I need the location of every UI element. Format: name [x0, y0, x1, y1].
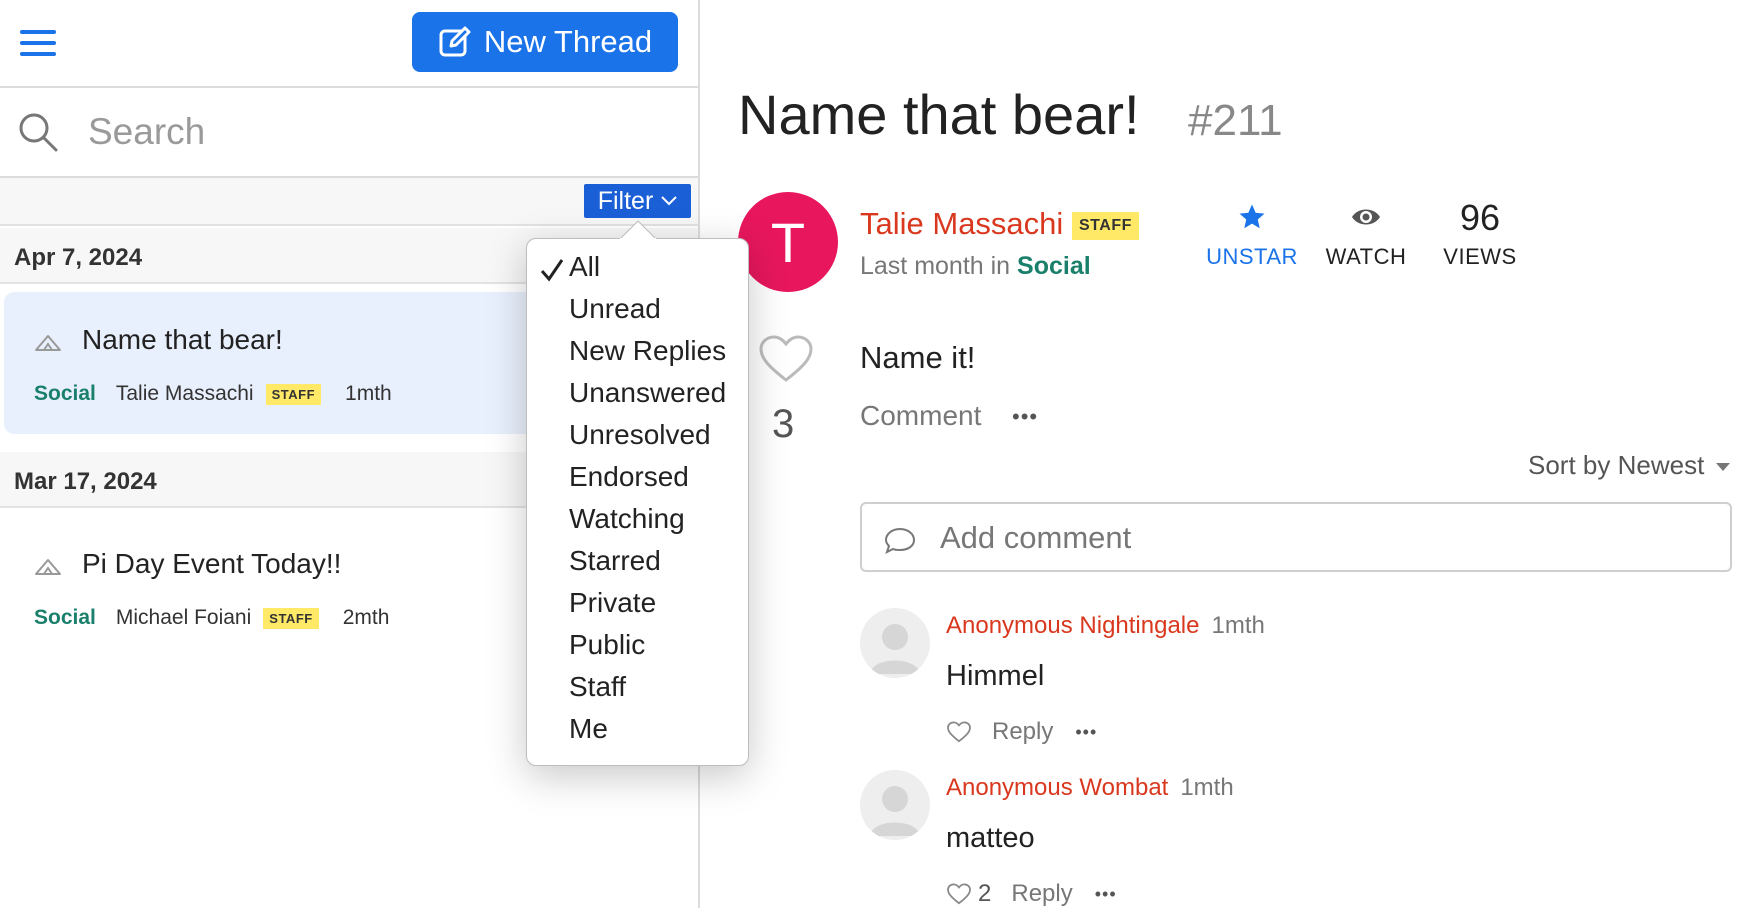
filter-option-staff[interactable]: Staff [569, 671, 626, 703]
watch-button[interactable]: WATCH [1306, 202, 1426, 270]
post-timestamp: Last month in Social [860, 252, 1091, 281]
new-thread-button[interactable]: New Thread [412, 12, 678, 72]
search-input[interactable] [86, 104, 646, 160]
avatar [860, 608, 930, 678]
comment-author-name: Anonymous Wombat [946, 774, 1169, 801]
comment-like-count: 2 [978, 880, 992, 907]
thread-meta: Social Talie Massachi STAFF 1mth [34, 382, 392, 406]
post-body: Name it! [860, 340, 976, 375]
heart-icon[interactable] [946, 721, 972, 743]
filter-option-starred[interactable]: Starred [569, 545, 661, 577]
views-count: 96 [1459, 197, 1501, 238]
views-stat: 96 VIEWS [1420, 198, 1540, 270]
comment-item: Anonymous Wombat 1mth matteo 2 Reply ••• [860, 770, 1732, 908]
thread-category: Social [34, 606, 96, 629]
staff-badge: STAFF [263, 607, 319, 629]
thread-meta: Social Michael Foiani STAFF 2mth [34, 606, 389, 630]
filter-option-watching[interactable]: Watching [569, 503, 685, 535]
megaphone-icon [35, 559, 61, 575]
caret-down-icon [1715, 463, 1730, 472]
thread-author: Talie Massachi [115, 382, 254, 405]
filter-row: Filter [0, 178, 698, 226]
thread-title: Pi Day Event Today!! [82, 548, 342, 579]
search-bar [0, 88, 698, 178]
thread-detail-panel: Name that bear! #211 T Talie Massachi ST… [702, 0, 1764, 908]
post-category-link[interactable]: Social [1017, 252, 1091, 280]
comment-button[interactable]: Comment [860, 400, 981, 432]
avatar [860, 770, 930, 840]
comment-time: 1mth [1180, 774, 1234, 801]
heart-icon[interactable] [758, 334, 814, 384]
filter-option-unresolved[interactable]: Unresolved [569, 419, 711, 451]
like-count: 3 [772, 402, 795, 446]
chevron-down-icon [661, 196, 677, 206]
star-icon [1239, 204, 1265, 229]
staff-badge: STAFF [1072, 212, 1139, 240]
views-label: VIEWS [1443, 244, 1517, 269]
comment-time: 1mth [1211, 612, 1265, 639]
staff-badge: STAFF [265, 383, 322, 405]
filter-option-private[interactable]: Private [569, 587, 656, 619]
person-icon [870, 786, 920, 836]
comment-actions: Reply ••• [946, 718, 1097, 746]
dropdown-pointer [620, 220, 656, 240]
sort-label: Sort by Newest [1528, 450, 1705, 480]
person-icon [870, 624, 920, 674]
filter-option-all[interactable]: All [569, 251, 600, 283]
hamburger-menu-icon[interactable] [18, 26, 60, 60]
thread-number: #211 [1188, 96, 1283, 145]
more-options-icon[interactable]: ••• [1075, 722, 1097, 743]
thread-heading: Name that bear! [738, 83, 1140, 146]
post-author[interactable]: Talie Massachi [860, 206, 1063, 242]
comment-author-name: Anonymous Nightingale [946, 612, 1200, 639]
check-icon [540, 259, 564, 282]
comment-text: Himmel [946, 660, 1045, 692]
filter-option-me[interactable]: Me [569, 713, 608, 745]
thread-category: Social [34, 382, 96, 405]
megaphone-icon [35, 335, 61, 351]
filter-button[interactable]: Filter [584, 184, 691, 218]
more-options-icon[interactable]: ••• [1095, 884, 1117, 905]
filter-option-unanswered[interactable]: Unanswered [569, 377, 726, 409]
speech-bubble-icon [884, 527, 916, 554]
eye-icon [1352, 209, 1380, 225]
filter-option-unread[interactable]: Unread [569, 293, 661, 325]
comment-text: matteo [946, 822, 1035, 854]
search-icon [19, 113, 58, 152]
comment-author[interactable]: Anonymous Nightingale 1mth [946, 612, 1265, 640]
add-comment-field[interactable]: Add comment [860, 502, 1732, 572]
compose-icon [439, 26, 471, 57]
heart-icon[interactable] [946, 883, 972, 905]
unstar-button[interactable]: UNSTAR [1192, 202, 1312, 270]
comment-item: Anonymous Nightingale 1mth Himmel Reply •… [860, 608, 1732, 748]
more-options-icon[interactable]: ••• [1012, 404, 1038, 430]
avatar: T [738, 192, 838, 292]
post-when-prefix: Last month in [860, 252, 1011, 280]
thread-age: 2mth [342, 606, 390, 629]
comment-author[interactable]: Anonymous Wombat 1mth [946, 774, 1234, 802]
reply-button[interactable]: Reply [992, 718, 1053, 746]
thread-author: Michael Foiani [115, 606, 252, 629]
comment-actions: 2 Reply ••• [946, 880, 1117, 908]
new-thread-label: New Thread [483, 24, 653, 59]
sort-dropdown[interactable]: Sort by Newest [1528, 450, 1730, 481]
thread-title: Name that bear! [82, 324, 283, 355]
filter-option-endorsed[interactable]: Endorsed [569, 461, 689, 493]
filter-dropdown: All Unread New Replies Unanswered Unreso… [526, 238, 749, 766]
add-comment-placeholder: Add comment [940, 520, 1132, 555]
list-toolbar: New Thread [0, 0, 698, 88]
filter-label: Filter [597, 186, 654, 215]
unstar-label: UNSTAR [1206, 244, 1298, 269]
filter-option-new-replies[interactable]: New Replies [569, 335, 726, 367]
filter-option-public[interactable]: Public [569, 629, 645, 661]
thread-age: 1mth [345, 382, 392, 405]
reply-button[interactable]: Reply [1011, 880, 1072, 908]
watch-label: WATCH [1325, 244, 1407, 269]
